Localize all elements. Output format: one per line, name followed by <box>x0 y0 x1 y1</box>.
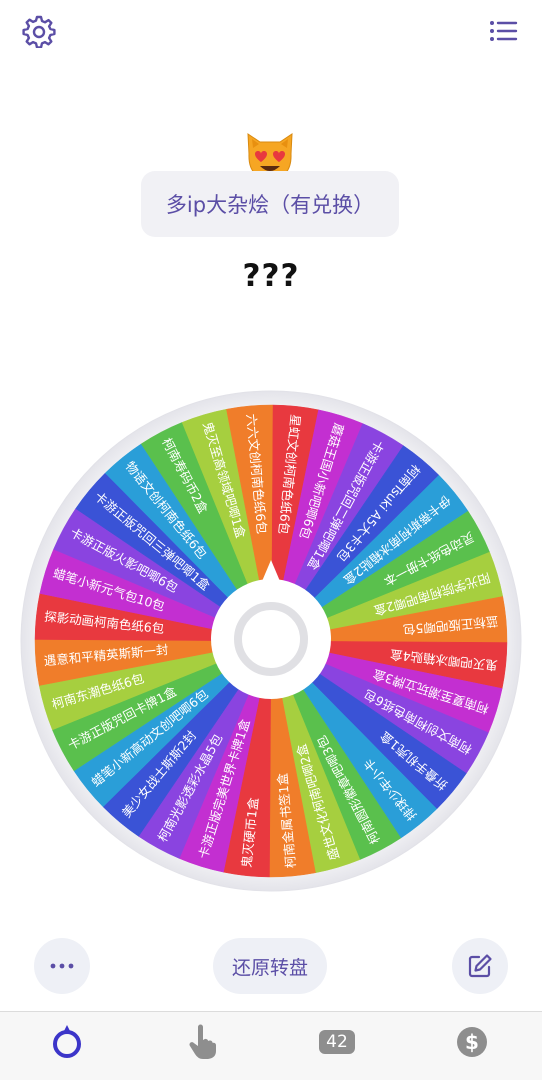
settings-button[interactable] <box>22 14 56 49</box>
more-button[interactable] <box>34 938 90 994</box>
hand-pointer-icon <box>189 1024 216 1059</box>
gear-icon <box>22 15 56 49</box>
tab-hand[interactable] <box>172 1020 232 1064</box>
reset-wheel-button[interactable]: 还原转盘 <box>213 938 327 994</box>
tab-wheel[interactable] <box>37 1020 97 1064</box>
wheel-title[interactable]: 多ip大杂烩（有兑换） <box>141 171 399 237</box>
more-dots-icon <box>50 963 74 969</box>
tab-history[interactable]: 42 <box>307 1020 367 1064</box>
tab-coin[interactable]: $ <box>442 1020 502 1064</box>
edit-icon <box>468 954 492 978</box>
tab-bar: 42 $ <box>0 1011 542 1080</box>
prize-wheel[interactable]: 星虹文创柯南色纸6包 蘑菇王国小新吧唧6包 卡游正版咒回二弹吧唧1盒 柯南Tsuki … <box>20 390 522 892</box>
svg-text:$: $ <box>465 1030 479 1054</box>
dollar-coin-icon: $ <box>457 1027 487 1057</box>
wheel-icon <box>53 1025 81 1058</box>
list-icon <box>490 21 518 41</box>
list-menu-button[interactable] <box>486 14 520 48</box>
edit-button[interactable] <box>452 938 508 994</box>
history-count-badge: 42 <box>319 1030 355 1054</box>
spin-result-text: ??? <box>242 258 300 294</box>
